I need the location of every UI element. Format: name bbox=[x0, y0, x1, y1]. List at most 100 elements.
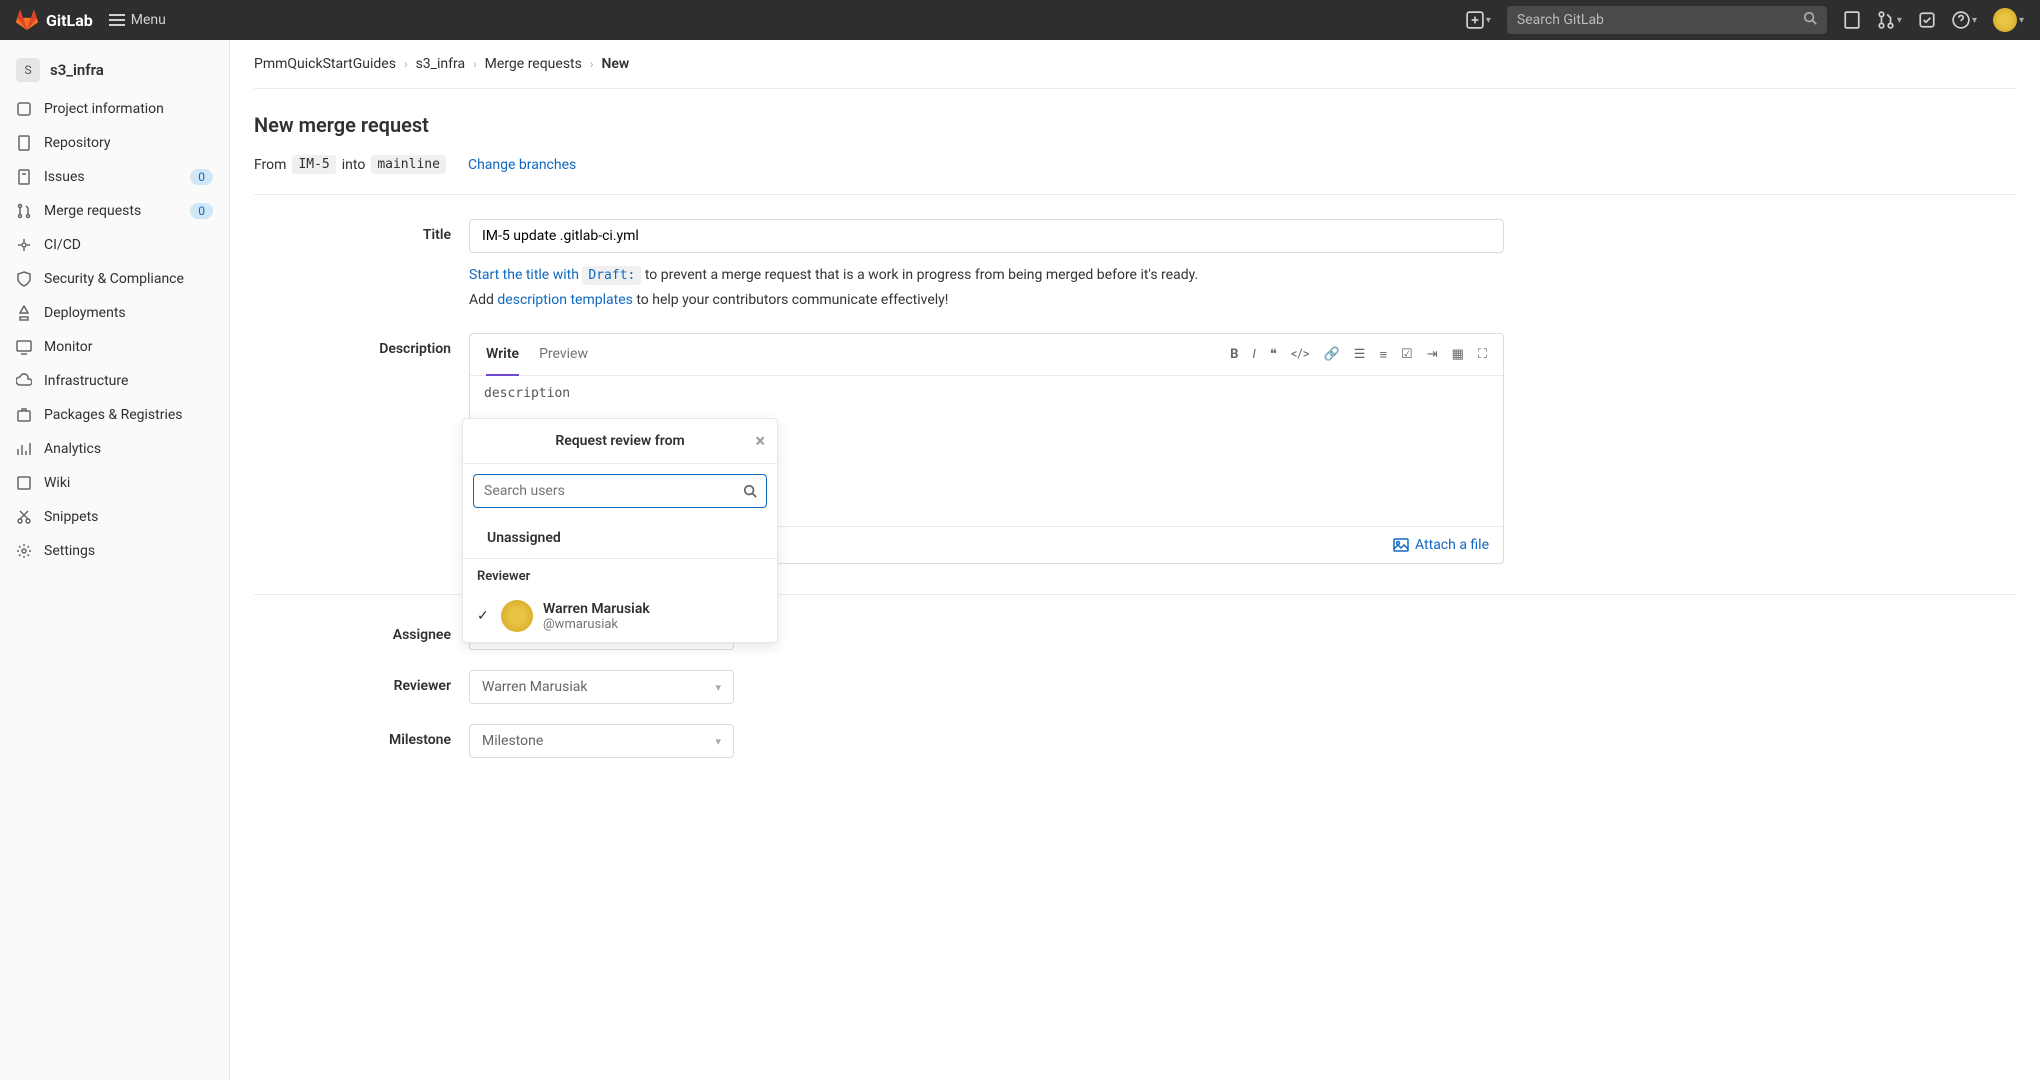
image-icon bbox=[1393, 537, 1409, 553]
chevron-down-icon: ▾ bbox=[715, 735, 721, 748]
crumb: New bbox=[601, 56, 629, 72]
unassigned-option[interactable]: Unassigned bbox=[463, 518, 777, 558]
code-icon[interactable]: </> bbox=[1291, 347, 1310, 363]
search-icon bbox=[743, 484, 757, 502]
write-tab[interactable]: Write bbox=[486, 334, 519, 376]
project-header[interactable]: S s3_infra bbox=[0, 48, 229, 92]
search-users-input[interactable] bbox=[473, 474, 767, 508]
menu-button[interactable]: Menu bbox=[109, 12, 166, 28]
gitlab-icon bbox=[16, 9, 38, 31]
user-handle: @wmarusiak bbox=[543, 617, 650, 632]
user-menu[interactable]: ▾ bbox=[1993, 8, 2024, 32]
user-option[interactable]: ✓ Warren Marusiak @wmarusiak bbox=[463, 590, 777, 642]
menu-label: Menu bbox=[131, 12, 166, 28]
title-input[interactable] bbox=[469, 219, 1504, 253]
issues-shortcut-icon[interactable] bbox=[1843, 11, 1861, 29]
sidebar-item-label: Snippets bbox=[44, 509, 98, 525]
sidebar-item-label: Packages & Registries bbox=[44, 407, 183, 423]
sidebar-item-label: Security & Compliance bbox=[44, 271, 184, 287]
quote-icon[interactable]: ❝ bbox=[1270, 347, 1277, 363]
mr-shortcut-icon[interactable]: ▾ bbox=[1877, 11, 1902, 29]
sidebar-item-security[interactable]: Security & Compliance bbox=[0, 262, 229, 296]
source-branch: IM-5 bbox=[292, 155, 335, 174]
preview-tab[interactable]: Preview bbox=[539, 334, 588, 375]
editor-toolbar: B I ❝ </> 🔗 ☰ ≡ ☑ ⇥ ▦ ⛶ bbox=[1230, 347, 1487, 363]
package-icon bbox=[16, 407, 32, 423]
section-label: Reviewer bbox=[463, 558, 777, 590]
project-name: s3_infra bbox=[50, 61, 104, 79]
task-list-icon[interactable]: ☑ bbox=[1401, 347, 1413, 363]
sidebar-item-deployments[interactable]: Deployments bbox=[0, 296, 229, 330]
popover-title: Request review from bbox=[555, 433, 684, 449]
reviewer-label: Reviewer bbox=[254, 670, 469, 704]
change-branches-link[interactable]: Change branches bbox=[468, 157, 576, 173]
badge: 0 bbox=[190, 169, 213, 185]
crumb[interactable]: Merge requests bbox=[485, 56, 582, 72]
deploy-icon bbox=[16, 305, 32, 321]
page-title: New merge request bbox=[254, 113, 2016, 137]
badge: 0 bbox=[190, 203, 213, 219]
sidebar-item-repository[interactable]: Repository bbox=[0, 126, 229, 160]
numbered-list-icon[interactable]: ≡ bbox=[1379, 347, 1387, 363]
wiki-icon bbox=[16, 475, 32, 491]
sidebar-item-wiki[interactable]: Wiki bbox=[0, 466, 229, 500]
help-icon[interactable]: ▾ bbox=[1952, 11, 1977, 29]
fullscreen-icon[interactable]: ⛶ bbox=[1478, 347, 1487, 363]
sidebar-item-packages[interactable]: Packages & Registries bbox=[0, 398, 229, 432]
attach-file-link[interactable]: Attach a file bbox=[1393, 537, 1489, 553]
title-label: Title bbox=[254, 219, 469, 313]
infra-icon bbox=[16, 373, 32, 389]
description-label: Description bbox=[254, 333, 469, 564]
indent-icon[interactable]: ⇥ bbox=[1427, 347, 1438, 363]
todos-shortcut-icon[interactable] bbox=[1918, 11, 1936, 29]
breadcrumb: PmmQuickStartGuides› s3_infra› Merge req… bbox=[254, 56, 2016, 72]
bold-icon[interactable]: B bbox=[1230, 347, 1238, 363]
sidebar-item-analytics[interactable]: Analytics bbox=[0, 432, 229, 466]
table-icon[interactable]: ▦ bbox=[1452, 347, 1464, 363]
reviewer-select[interactable]: Warren Marusiak▾ bbox=[469, 670, 734, 704]
sidebar-item-settings[interactable]: Settings bbox=[0, 534, 229, 568]
sidebar-item-merge-requests[interactable]: Merge requests 0 bbox=[0, 194, 229, 228]
user-name: Warren Marusiak bbox=[543, 601, 650, 617]
monitor-icon bbox=[16, 339, 32, 355]
create-new-button[interactable]: ▾ bbox=[1466, 11, 1491, 29]
link-icon[interactable]: 🔗 bbox=[1324, 347, 1340, 363]
sidebar-item-label: Settings bbox=[44, 543, 95, 559]
sidebar-item-label: CI/CD bbox=[44, 237, 81, 253]
cicd-icon bbox=[16, 237, 32, 253]
milestone-select[interactable]: Milestone▾ bbox=[469, 724, 734, 758]
assignee-label: Assignee bbox=[254, 619, 469, 650]
top-navbar: GitLab Menu ▾ ▾ ▾ ▾ bbox=[0, 0, 2040, 40]
milestone-label: Milestone bbox=[254, 724, 469, 758]
chevron-down-icon: ▾ bbox=[715, 681, 721, 694]
hamburger-icon bbox=[109, 14, 125, 26]
crumb[interactable]: PmmQuickStartGuides bbox=[254, 56, 396, 72]
crumb[interactable]: s3_infra bbox=[416, 56, 466, 72]
italic-icon[interactable]: I bbox=[1252, 347, 1255, 363]
gear-icon bbox=[16, 543, 32, 559]
sidebar-item-label: Analytics bbox=[44, 441, 101, 457]
sidebar-item-infrastructure[interactable]: Infrastructure bbox=[0, 364, 229, 398]
sidebar-item-monitor[interactable]: Monitor bbox=[0, 330, 229, 364]
sidebar-item-project-info[interactable]: Project information bbox=[0, 92, 229, 126]
sidebar-item-label: Deployments bbox=[44, 305, 126, 321]
draft-hint-link[interactable]: Start the title with Draft: bbox=[469, 267, 641, 283]
sidebar-item-label: Repository bbox=[44, 135, 110, 151]
analytics-icon bbox=[16, 441, 32, 457]
sidebar: S s3_infra Project information Repositor… bbox=[0, 40, 230, 1080]
brand-text: GitLab bbox=[46, 11, 93, 30]
bullet-list-icon[interactable]: ☰ bbox=[1354, 347, 1366, 363]
template-link[interactable]: description templates bbox=[497, 292, 632, 308]
close-icon[interactable]: × bbox=[755, 431, 765, 452]
sidebar-item-cicd[interactable]: CI/CD bbox=[0, 228, 229, 262]
sidebar-item-label: Monitor bbox=[44, 339, 93, 355]
shield-icon bbox=[16, 271, 32, 287]
gitlab-logo[interactable]: GitLab bbox=[16, 9, 93, 31]
issues-icon bbox=[16, 169, 32, 185]
global-search-input[interactable] bbox=[1507, 6, 1827, 34]
reviewer-popover: Request review from × Unassigned Reviewe… bbox=[462, 418, 778, 643]
sidebar-item-issues[interactable]: Issues0 bbox=[0, 160, 229, 194]
mr-icon bbox=[16, 203, 32, 219]
sidebar-item-snippets[interactable]: Snippets bbox=[0, 500, 229, 534]
sidebar-item-label: Merge requests bbox=[44, 203, 141, 219]
